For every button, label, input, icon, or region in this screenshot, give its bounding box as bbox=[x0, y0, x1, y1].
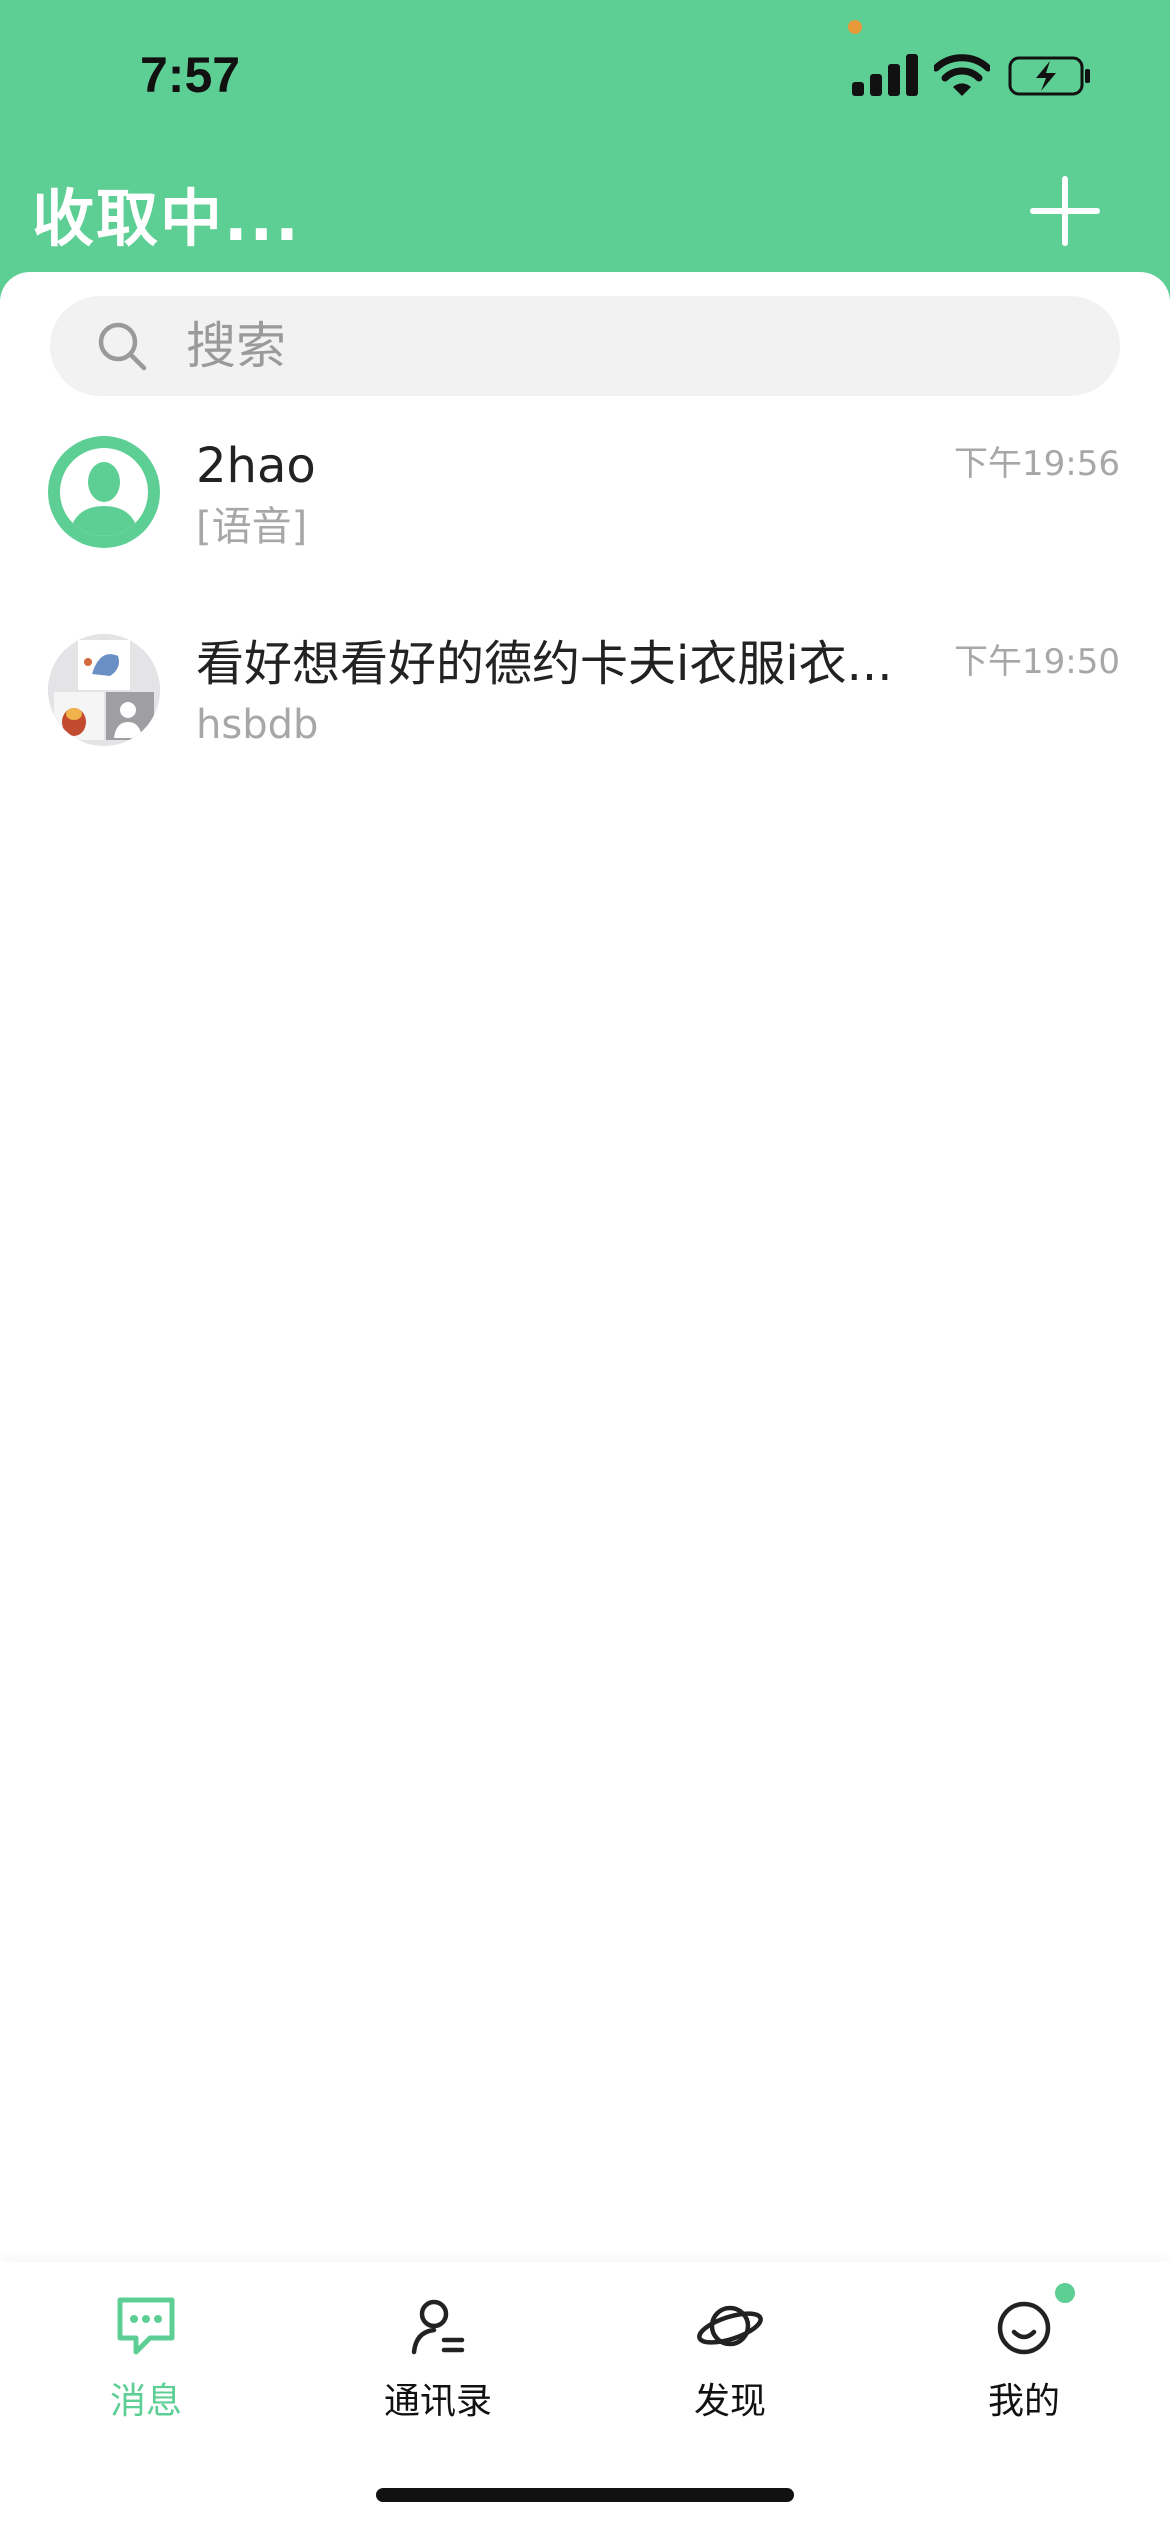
contacts-icon bbox=[411, 2299, 465, 2355]
search-input[interactable]: 搜索 bbox=[50, 296, 1120, 396]
tab-discover[interactable]: 发现 bbox=[630, 2292, 830, 2432]
tab-label: 消息 bbox=[109, 2381, 182, 2422]
chat-preview: [语音] bbox=[196, 504, 308, 550]
tab-me[interactable]: 我的 bbox=[924, 2292, 1124, 2432]
header-bar: 7:57 收取中... bbox=[0, 0, 1170, 300]
tab-label: 通讯录 bbox=[383, 2381, 492, 2422]
plus-icon[interactable] bbox=[1030, 176, 1100, 246]
message-icon bbox=[117, 2297, 175, 2355]
chat-time: 下午19:56 bbox=[954, 444, 1120, 484]
cellular-signal-icon bbox=[852, 54, 918, 96]
chat-list-item[interactable]: 2hao [语音] 下午19:56 bbox=[0, 416, 1170, 606]
smile-icon bbox=[997, 2301, 1051, 2355]
chat-preview: hsbdb bbox=[196, 702, 319, 748]
notification-dot bbox=[1052, 2280, 1078, 2306]
chat-list-screen: 7:57 收取中... 搜索 2hao [语音] 下午19:56 看好想看好的德… bbox=[0, 0, 1170, 2532]
home-indicator[interactable] bbox=[376, 2488, 794, 2502]
status-time: 7:57 bbox=[140, 47, 241, 103]
search-icon bbox=[98, 322, 147, 371]
page-title: 收取中... bbox=[32, 182, 301, 255]
default-person-avatar bbox=[48, 436, 160, 548]
group-avatar-grid bbox=[48, 634, 160, 746]
chat-name: 2hao bbox=[196, 438, 316, 494]
tab-label: 发现 bbox=[693, 2381, 766, 2422]
planet-icon bbox=[697, 2305, 763, 2347]
camera-indicator-dot bbox=[848, 20, 862, 34]
chat-time: 下午19:50 bbox=[954, 642, 1120, 682]
tab-label: 我的 bbox=[987, 2381, 1060, 2422]
chat-name: 看好想看好的德约卡夫i衣服i衣... bbox=[196, 636, 893, 692]
battery-charging-icon bbox=[1008, 56, 1090, 96]
chat-list-item[interactable]: 看好想看好的德约卡夫i衣服i衣... hsbdb 下午19:50 bbox=[0, 614, 1170, 804]
wifi-icon bbox=[934, 54, 990, 96]
tab-messages[interactable]: 消息 bbox=[46, 2292, 246, 2432]
search-placeholder: 搜索 bbox=[186, 317, 286, 375]
tab-contacts[interactable]: 通讯录 bbox=[338, 2292, 538, 2432]
